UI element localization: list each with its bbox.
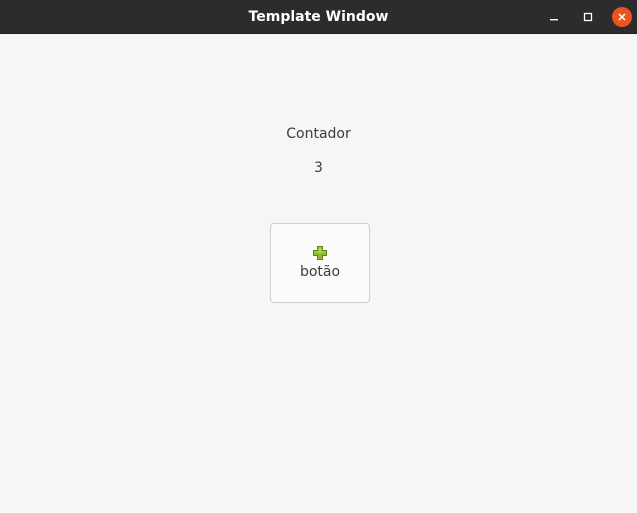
maximize-icon (583, 12, 593, 22)
increment-button[interactable]: botão (270, 223, 370, 303)
window-title: Template Window (248, 9, 389, 25)
minimize-icon (550, 19, 558, 21)
main-content: Contador 3 botão (0, 34, 637, 513)
counter-value: 3 (314, 160, 323, 176)
title-bar[interactable]: Template Window (0, 0, 637, 34)
close-button[interactable] (612, 7, 632, 27)
close-icon (618, 13, 626, 21)
plus-icon (313, 246, 327, 260)
maximize-button[interactable] (578, 7, 598, 27)
increment-button-label: botão (299, 264, 341, 280)
app-window: Template Window Contador 3 botão (0, 0, 637, 513)
counter-label: Contador (286, 126, 351, 142)
minimize-button[interactable] (544, 7, 564, 27)
